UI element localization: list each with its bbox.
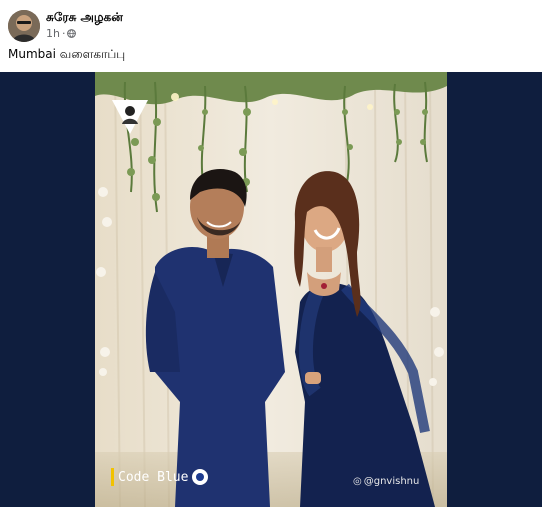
code-blue-label: Code Blue	[118, 469, 189, 485]
instagram-handle: ◎ @gnvishnu	[353, 476, 419, 487]
post-photo[interactable]: Code Blue ◎ @gnvishnu	[95, 72, 447, 507]
avatar-photo	[8, 10, 40, 42]
post-time[interactable]: 1h	[46, 27, 60, 40]
globe-icon[interactable]	[67, 29, 77, 38]
meta-separator: ·	[61, 27, 66, 40]
code-blue-watermark: Code Blue	[111, 466, 209, 488]
instagram-icon: ◎	[353, 476, 362, 487]
photographer-logo	[112, 100, 148, 134]
post-caption: Mumbai வளைகாப்பு	[8, 47, 126, 61]
couple-photo	[95, 72, 447, 507]
author-avatar[interactable]	[8, 10, 40, 42]
post-header: சுரேசு அழகன் 1h · Mumbai வளைகாப்பு	[0, 0, 542, 72]
eye-icon	[192, 469, 209, 485]
watermark-bar	[111, 468, 114, 486]
instagram-handle-label: @gnvishnu	[363, 476, 420, 487]
post-media[interactable]: Code Blue ◎ @gnvishnu	[0, 72, 542, 507]
author-name[interactable]: சுரேசு அழகன்	[46, 10, 123, 26]
post-meta: 1h ·	[46, 27, 77, 40]
